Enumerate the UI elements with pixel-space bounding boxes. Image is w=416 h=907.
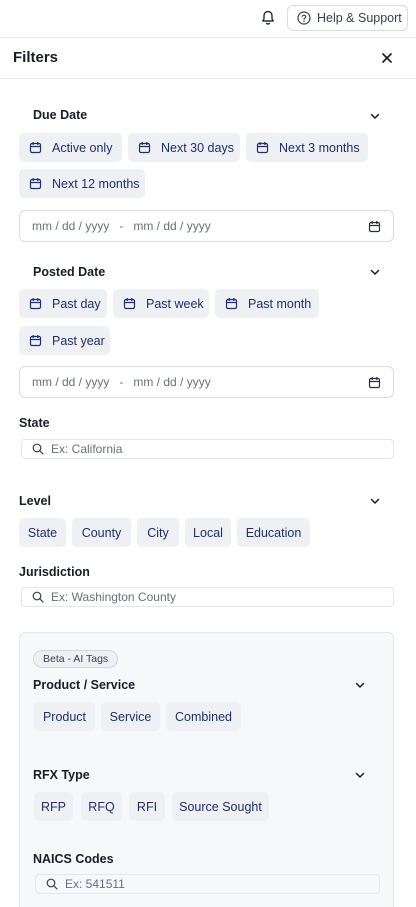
chip-next-12-months[interactable]: Next 12 months xyxy=(19,169,145,198)
search-icon xyxy=(32,443,44,455)
chip-product[interactable]: Product xyxy=(34,702,95,731)
chip-label: Past year xyxy=(52,333,105,348)
chip-label: Service xyxy=(109,709,152,724)
chip-education[interactable]: Education xyxy=(237,518,310,547)
chip-county[interactable]: County xyxy=(72,518,131,547)
chip-label: Past day xyxy=(52,296,101,311)
chip-label: State xyxy=(27,525,58,540)
chip-city[interactable]: City xyxy=(137,518,179,547)
chip-state[interactable]: State xyxy=(19,518,66,547)
posted-date-range-input[interactable]: mm / dd / yyyy - mm / dd / yyyy xyxy=(19,366,394,398)
state-label: State xyxy=(19,416,50,430)
naics-codes-label: NAICS Codes xyxy=(33,852,114,866)
chip-label: Active only xyxy=(52,140,113,155)
chevron-down-icon[interactable] xyxy=(369,495,381,507)
help-support-button[interactable]: Help & Support xyxy=(287,5,408,31)
chip-past-month[interactable]: Past month xyxy=(215,289,319,318)
calendar-icon xyxy=(123,298,136,310)
chip-past-year[interactable]: Past year xyxy=(19,326,110,355)
bell-icon[interactable] xyxy=(259,9,277,27)
level-label: Level xyxy=(19,494,51,508)
filters-header: Filters xyxy=(0,38,416,79)
end-date-placeholder: mm / dd / yyyy xyxy=(133,219,211,233)
help-circle-icon xyxy=(297,11,311,25)
chip-rfp[interactable]: RFP xyxy=(34,792,73,821)
chevron-down-icon[interactable] xyxy=(369,266,381,278)
naics-placeholder: Ex: 541511 xyxy=(65,877,125,891)
product-service-label: Product / Service xyxy=(33,678,136,692)
range-separator: - xyxy=(119,375,124,389)
range-separator: - xyxy=(119,219,124,233)
chip-combined[interactable]: Combined xyxy=(166,702,241,731)
help-support-label: Help & Support xyxy=(317,11,402,25)
naics-search-input[interactable]: Ex: 541511 xyxy=(35,874,380,894)
chip-label: Source Sought xyxy=(179,799,262,814)
chip-label: County xyxy=(81,525,122,540)
due-date-range-input[interactable]: mm / dd / yyyy - mm / dd / yyyy xyxy=(19,210,394,242)
top-bar: Help & Support xyxy=(0,0,416,38)
jurisdiction-placeholder: Ex: Washington County xyxy=(51,590,176,604)
chip-label: RFI xyxy=(136,799,158,814)
chip-active-only[interactable]: Active only xyxy=(19,133,122,162)
state-placeholder: Ex: California xyxy=(51,442,123,456)
chip-service[interactable]: Service xyxy=(101,702,160,731)
posted-date-label: Posted Date xyxy=(33,265,106,279)
jurisdiction-search-input[interactable]: Ex: Washington County xyxy=(21,587,394,607)
chip-label: Product xyxy=(42,709,87,724)
chevron-down-icon[interactable] xyxy=(354,679,366,691)
jurisdiction-label: Jurisdiction xyxy=(19,565,90,579)
page-title: Filters xyxy=(13,49,59,66)
chip-label: Past month xyxy=(248,296,312,311)
chip-label: Education xyxy=(245,525,302,540)
chip-past-week[interactable]: Past week xyxy=(113,289,209,318)
calendar-icon[interactable] xyxy=(368,376,381,392)
chip-next-30-days[interactable]: Next 30 days xyxy=(128,133,240,162)
search-icon xyxy=(46,878,58,890)
end-date-placeholder: mm / dd / yyyy xyxy=(133,375,211,389)
chevron-down-icon[interactable] xyxy=(354,769,366,781)
search-icon xyxy=(32,591,44,603)
start-date-placeholder: mm / dd / yyyy xyxy=(32,219,110,233)
calendar-icon xyxy=(138,142,151,154)
chip-next-3-months[interactable]: Next 3 months xyxy=(246,133,368,162)
chip-label: Next 30 days xyxy=(161,140,234,155)
chip-rfi[interactable]: RFI xyxy=(129,792,165,821)
chip-label: Local xyxy=(193,525,223,540)
chip-label: City xyxy=(147,525,169,540)
chip-label: Combined xyxy=(175,709,232,724)
state-search-input[interactable]: Ex: California xyxy=(21,439,394,459)
calendar-icon xyxy=(29,298,42,310)
start-date-placeholder: mm / dd / yyyy xyxy=(32,375,110,389)
chip-label: Next 3 months xyxy=(279,140,360,155)
calendar-icon xyxy=(29,142,42,154)
chip-rfq[interactable]: RFQ xyxy=(81,792,122,821)
calendar-icon xyxy=(29,335,42,347)
calendar-icon xyxy=(29,178,42,190)
calendar-icon xyxy=(256,142,269,154)
calendar-icon xyxy=(225,298,238,310)
chip-past-day[interactable]: Past day xyxy=(19,289,107,318)
close-icon[interactable] xyxy=(380,51,394,65)
chip-label: RFQ xyxy=(88,799,115,814)
chip-local[interactable]: Local xyxy=(185,518,231,547)
due-date-label: Due Date xyxy=(33,108,88,122)
chevron-down-icon[interactable] xyxy=(369,110,381,122)
chip-label: Next 12 months xyxy=(52,176,140,191)
chip-label: RFP xyxy=(41,799,66,814)
chip-source-sought[interactable]: Source Sought xyxy=(172,792,269,821)
chip-label: Past week xyxy=(146,296,204,311)
rfx-type-label: RFX Type xyxy=(33,768,90,782)
calendar-icon[interactable] xyxy=(368,220,381,236)
beta-ai-tags-badge: Beta - AI Tags xyxy=(33,650,119,668)
